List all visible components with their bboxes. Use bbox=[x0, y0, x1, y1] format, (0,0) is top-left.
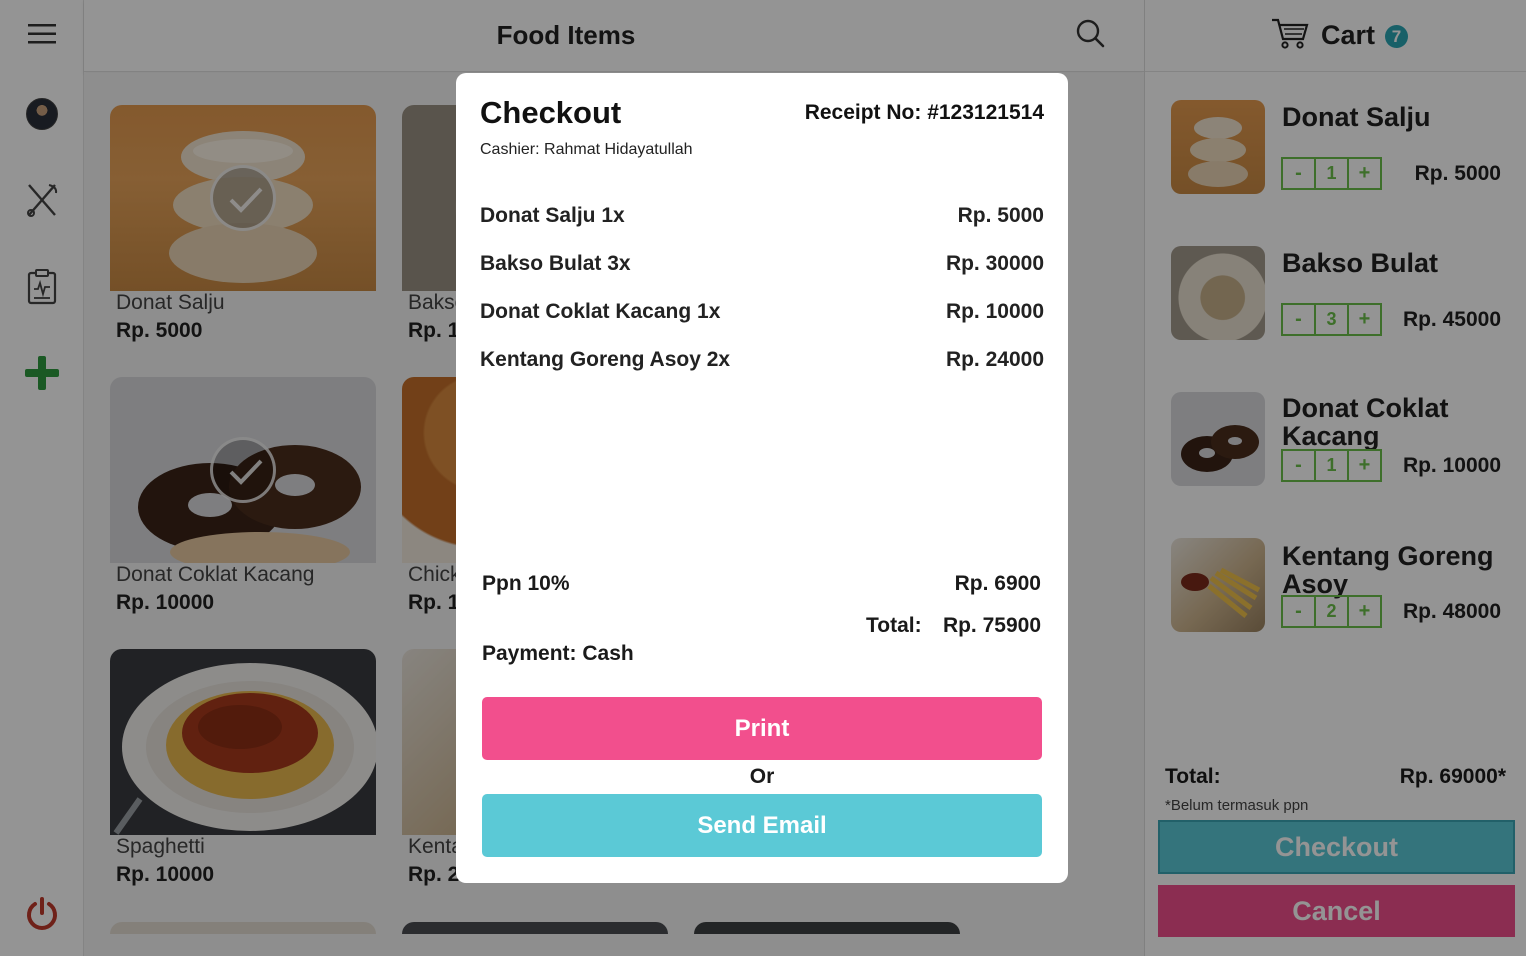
total-value: Rp. 75900 bbox=[942, 614, 1041, 637]
receipt-line-name: Kentang Goreng Asoy 2x bbox=[480, 348, 731, 371]
receipt-number: Receipt No: #123121514 bbox=[804, 101, 1044, 124]
receipt-line-price: Rp. 24000 bbox=[945, 348, 1044, 371]
print-button[interactable]: Print bbox=[482, 697, 1042, 760]
receipt-line: Donat Salju 1x Rp. 5000 bbox=[480, 204, 1044, 234]
receipt-line: Donat Coklat Kacang 1x Rp. 10000 bbox=[480, 300, 1044, 330]
payment-method: Payment: Cash bbox=[482, 642, 634, 665]
receipt-line-name: Donat Coklat Kacang 1x bbox=[480, 300, 721, 323]
receipt-line-name: Donat Salju 1x bbox=[480, 204, 625, 227]
tax-label: Ppn 10% bbox=[482, 572, 570, 595]
or-separator: Or bbox=[749, 765, 775, 788]
receipt-line: Kentang Goreng Asoy 2x Rp. 24000 bbox=[480, 348, 1044, 378]
receipt-line-price: Rp. 30000 bbox=[945, 252, 1044, 275]
tax-value: Rp. 6900 bbox=[954, 572, 1041, 595]
checkout-modal: Checkout Receipt No: #123121514 Cashier:… bbox=[456, 73, 1068, 883]
send-email-button[interactable]: Send Email bbox=[482, 794, 1042, 857]
receipt-line-price: Rp. 5000 bbox=[957, 204, 1044, 227]
receipt-line: Bakso Bulat 3x Rp. 30000 bbox=[480, 252, 1044, 282]
modal-title: Checkout bbox=[480, 95, 622, 130]
cashier-name: Cashier: Rahmat Hidayatullah bbox=[480, 141, 693, 158]
receipt-line-name: Bakso Bulat 3x bbox=[480, 252, 631, 275]
receipt-line-price: Rp. 10000 bbox=[945, 300, 1044, 323]
total-label: Total: bbox=[866, 614, 922, 637]
